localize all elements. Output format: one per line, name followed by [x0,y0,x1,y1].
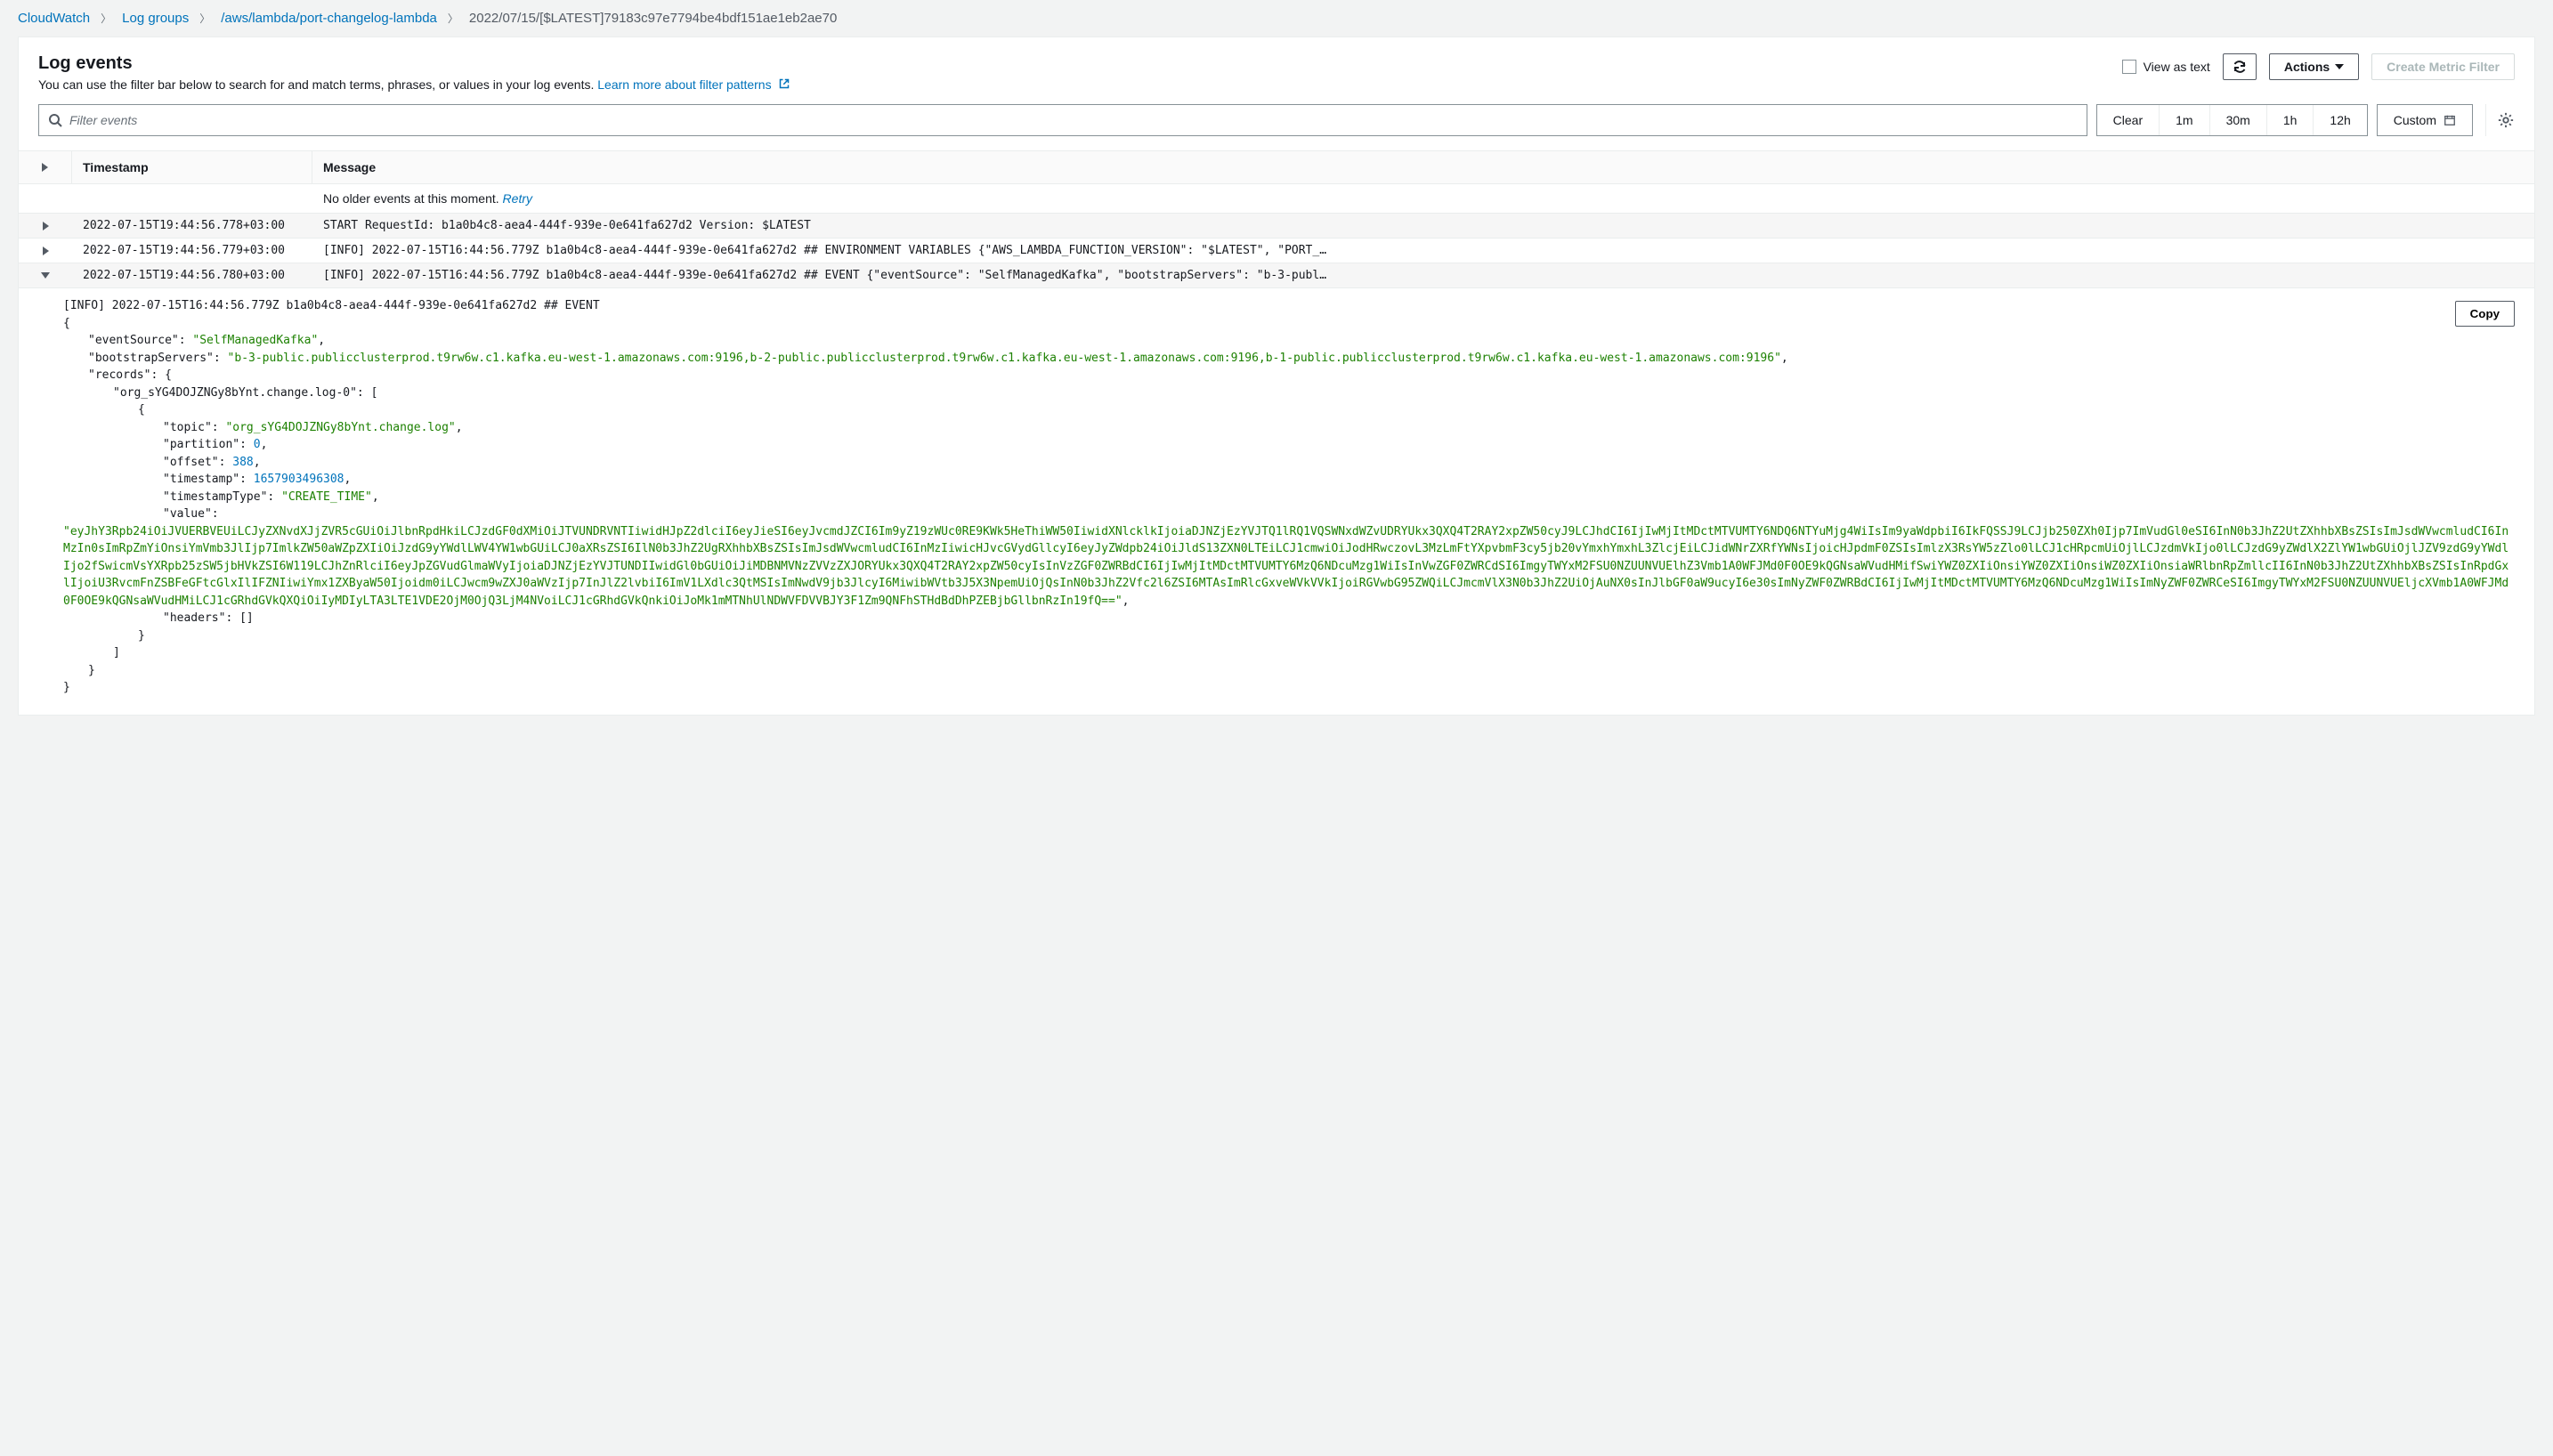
col-message[interactable]: Message [312,151,2534,183]
view-as-text-toggle[interactable]: View as text [2122,60,2210,74]
custom-range-group: Custom [2377,104,2473,136]
search-icon [48,113,62,127]
triangle-down-icon [41,272,50,279]
log-row: 2022-07-15T19:44:56.779+03:00 [INFO] 202… [19,239,2534,263]
breadcrumb: CloudWatch 〉 Log groups 〉 /aws/lambda/po… [0,0,2553,36]
chevron-right-icon: 〉 [101,11,111,26]
log-timestamp: 2022-07-15T19:44:56.779+03:00 [72,239,312,263]
retry-link[interactable]: Retry [503,191,532,206]
range-1h[interactable]: 1h [2267,105,2314,135]
log-message: START RequestId: b1a0b4c8-aea4-444f-939e… [312,214,2534,238]
no-older-text: No older events at this moment. [323,191,499,206]
expand-toggle[interactable] [19,263,72,287]
log-row: 2022-07-15T19:44:56.780+03:00 [INFO] 202… [19,263,2534,288]
page-subtitle: You can use the filter bar below to sear… [38,77,790,92]
learn-more-link[interactable]: Learn more about filter patterns [597,77,789,92]
time-range-group: Clear 1m 30m 1h 12h [2096,104,2368,136]
log-row: 2022-07-15T19:44:56.778+03:00 START Requ… [19,214,2534,239]
create-metric-filter-button[interactable]: Create Metric Filter [2371,53,2515,80]
page-title: Log events [38,53,790,74]
refresh-icon [2233,60,2247,74]
settings-wrap [2485,104,2515,136]
expanded-header-line: [INFO] 2022-07-15T16:44:56.779Z b1a0b4c8… [63,297,2515,315]
filter-events-input[interactable] [69,113,2078,127]
breadcrumb-current: 2022/07/15/[$LATEST]79183c97e7794be4bdf1… [469,11,837,26]
checkbox-icon[interactable] [2122,60,2136,74]
view-as-text-label: View as text [2144,60,2210,74]
search-input-wrap[interactable] [38,104,2087,136]
caret-down-icon [2335,64,2344,69]
table-header: Timestamp Message [19,150,2534,184]
expanded-log-body: Copy [INFO] 2022-07-15T16:44:56.779Z b1a… [19,288,2534,715]
triangle-right-icon [42,163,48,172]
external-link-icon [779,77,790,92]
filter-bar: Clear 1m 30m 1h 12h Custom [19,104,2534,150]
range-30m[interactable]: 30m [2210,105,2267,135]
log-message: [INFO] 2022-07-15T16:44:56.779Z b1a0b4c8… [312,263,2534,287]
log-timestamp: 2022-07-15T19:44:56.780+03:00 [72,263,312,287]
range-12h[interactable]: 12h [2314,105,2366,135]
clear-button[interactable]: Clear [2097,105,2160,135]
log-message: [INFO] 2022-07-15T16:44:56.779Z b1a0b4c8… [312,239,2534,263]
log-events-panel: Log events You can use the filter bar be… [18,36,2535,716]
breadcrumb-stream-group[interactable]: /aws/lambda/port-changelog-lambda [221,11,437,26]
calendar-icon [2444,114,2456,126]
gear-icon[interactable] [2497,111,2515,129]
triangle-right-icon [43,247,49,255]
breadcrumb-root[interactable]: CloudWatch [18,11,90,26]
expand-toggle[interactable] [19,214,72,238]
no-older-events-row: No older events at this moment. Retry [19,184,2534,214]
expand-toggle[interactable] [19,239,72,263]
log-timestamp: 2022-07-15T19:44:56.778+03:00 [72,214,312,238]
chevron-right-icon: 〉 [199,11,210,26]
expand-all-toggle[interactable] [19,151,72,183]
breadcrumb-log-groups[interactable]: Log groups [122,11,189,26]
col-timestamp[interactable]: Timestamp [72,151,312,183]
actions-button[interactable]: Actions [2269,53,2359,80]
range-1m[interactable]: 1m [2160,105,2209,135]
copy-button[interactable]: Copy [2455,301,2515,327]
chevron-right-icon: 〉 [448,11,458,26]
triangle-right-icon [43,222,49,231]
refresh-button[interactable] [2223,53,2257,80]
panel-header: Log events You can use the filter bar be… [19,37,2534,104]
custom-range-button[interactable]: Custom [2378,105,2472,135]
